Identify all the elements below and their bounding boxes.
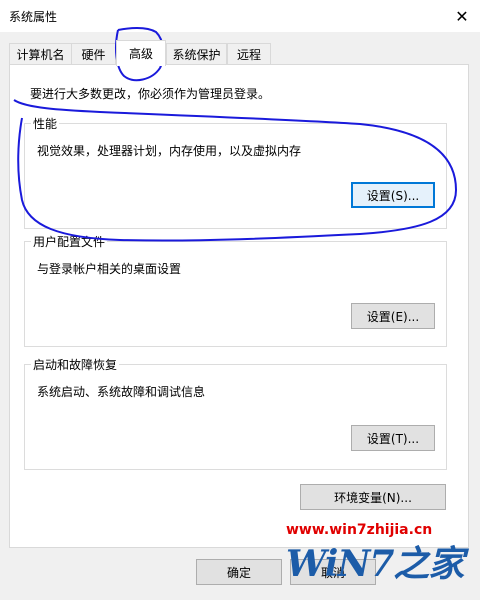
environment-variables-button[interactable]: 环境变量(N)...: [300, 484, 446, 510]
title-bar: 系统属性 ✕: [0, 0, 480, 32]
window-title: 系统属性: [9, 10, 58, 24]
profile-title: 用户配置文件: [31, 233, 108, 250]
performance-settings-button[interactable]: 设置(S)...: [351, 182, 435, 208]
startup-settings-button[interactable]: 设置(T)...: [351, 425, 435, 451]
performance-group: 性能 视觉效果，处理器计划，内存使用，以及虚拟内存: [24, 115, 447, 229]
profile-settings-button[interactable]: 设置(E)...: [351, 303, 435, 329]
watermark-logo: WiN7之家: [286, 541, 476, 587]
admin-note: 要进行大多数更改，你必须作为管理员登录。: [30, 87, 271, 101]
ok-button[interactable]: 确定: [196, 559, 282, 585]
logo-text: WiN7之家: [286, 543, 464, 585]
startup-group: 启动和故障恢复 系统启动、系统故障和调试信息: [24, 356, 447, 470]
startup-description: 系统启动、系统故障和调试信息: [37, 385, 206, 399]
tab-computer-name[interactable]: 计算机名: [9, 43, 72, 65]
performance-title: 性能: [31, 115, 60, 132]
performance-description: 视觉效果，处理器计划，内存使用，以及虚拟内存: [37, 144, 302, 158]
watermark-url: www.win7zhijia.cn: [286, 522, 433, 538]
close-button[interactable]: ✕: [444, 0, 480, 32]
profile-description: 与登录帐户相关的桌面设置: [37, 262, 182, 276]
close-icon: ✕: [455, 6, 469, 26]
startup-title: 启动和故障恢复: [31, 356, 120, 373]
profile-group: 用户配置文件 与登录帐户相关的桌面设置: [24, 233, 447, 347]
tab-remote[interactable]: 远程: [227, 43, 271, 65]
tab-hardware[interactable]: 硬件: [71, 43, 116, 65]
tab-advanced[interactable]: 高级: [116, 40, 166, 66]
tab-system-protection[interactable]: 系统保护: [166, 43, 227, 65]
